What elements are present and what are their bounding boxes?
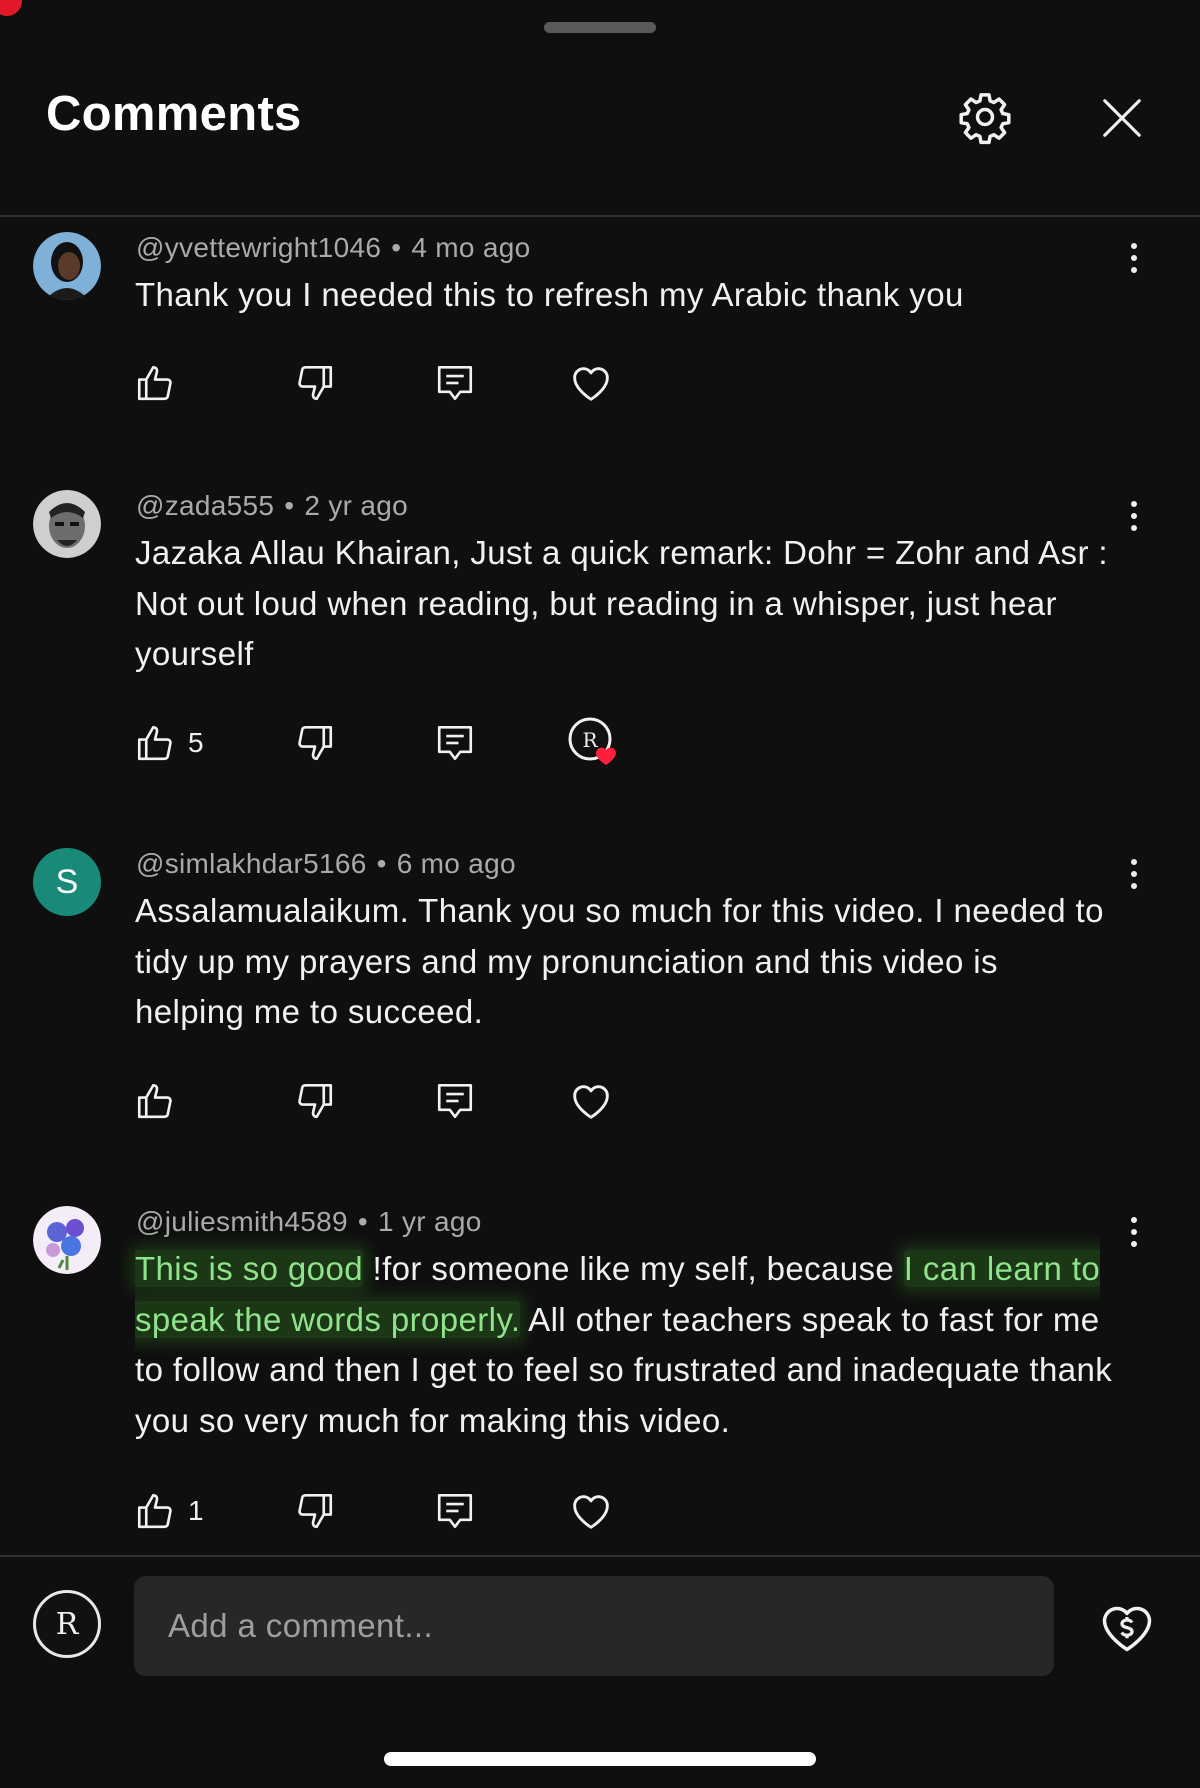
- avatar-letter: S: [55, 862, 79, 901]
- comment-time: 6 mo ago: [396, 848, 516, 879]
- home-indicator: [384, 1752, 816, 1766]
- comment-time: 2 yr ago: [304, 490, 408, 521]
- dislike-button[interactable]: [294, 360, 336, 406]
- comment-meta: @simlakhdar5166 • 6 mo ago: [136, 848, 516, 879]
- comment-meta: @zada555 • 2 yr ago: [136, 490, 408, 521]
- reply-icon: [437, 725, 473, 761]
- highlighted-text: This is so good: [135, 1250, 363, 1287]
- heart-icon: [573, 367, 609, 401]
- reply-icon: [437, 1493, 473, 1529]
- reply-icon: [437, 1083, 473, 1119]
- comment-actions: [134, 360, 734, 406]
- comment-text: This is so good !for someone like my sel…: [135, 1244, 1115, 1446]
- comment-text: Assalamualaikum. Thank you so much for t…: [135, 892, 1104, 1030]
- gear-icon[interactable]: [956, 88, 1014, 146]
- comment-actions: 1: [134, 1488, 734, 1534]
- reply-button[interactable]: [434, 720, 476, 766]
- thumbs-down-icon: [298, 725, 333, 761]
- like-count: 5: [188, 727, 204, 758]
- thumbs-up-icon: [137, 725, 172, 761]
- thumbs-down-icon: [298, 1083, 333, 1119]
- thumbs-up-icon: [137, 1083, 172, 1119]
- channel-logo-icon: R: [55, 1606, 79, 1642]
- reply-button[interactable]: [434, 360, 476, 406]
- like-button[interactable]: 5: [134, 720, 204, 766]
- thumbs-up-icon: [137, 365, 172, 401]
- like-button[interactable]: [134, 360, 188, 406]
- heart-icon: [573, 1495, 609, 1529]
- comment-time: 4 mo ago: [411, 232, 531, 263]
- comment-author[interactable]: @zada555: [136, 490, 274, 521]
- thumbs-up-icon: [137, 1493, 172, 1529]
- comment-time: 1 yr ago: [378, 1206, 482, 1237]
- avatar[interactable]: [33, 1206, 101, 1274]
- reply-button[interactable]: [434, 1488, 476, 1534]
- avatar[interactable]: [33, 232, 101, 300]
- creator-heart-button[interactable]: [568, 1078, 614, 1124]
- panel-title: Comments: [46, 87, 302, 141]
- comment-actions: [134, 1078, 734, 1124]
- comment-author[interactable]: @yvettewright1046: [136, 232, 381, 263]
- creator-hearted-icon: R: [568, 717, 616, 765]
- comment-author[interactable]: @simlakhdar5166: [136, 848, 367, 879]
- comment-meta: @juliesmith4589 • 1 yr ago: [136, 1206, 482, 1237]
- comments-sheet: Comments @yvettewright1046 • 4 mo ago Than…: [0, 0, 1200, 1788]
- comment-actions: 5 R: [134, 717, 734, 766]
- thumbs-down-icon: [298, 1493, 333, 1529]
- header-divider: [0, 215, 1200, 217]
- creator-heart-badge[interactable]: R: [568, 717, 630, 766]
- avatar[interactable]: [33, 490, 101, 558]
- more-options-icon[interactable]: [1116, 238, 1152, 278]
- sheet-drag-handle[interactable]: [544, 22, 656, 33]
- thumbs-down-icon: [298, 365, 333, 401]
- comment-author[interactable]: @juliesmith4589: [136, 1206, 348, 1237]
- close-icon[interactable]: [1096, 92, 1148, 144]
- dislike-button[interactable]: [294, 720, 336, 766]
- dislike-button[interactable]: [294, 1078, 336, 1124]
- comment-text: Thank you I needed this to refresh my Ar…: [135, 276, 964, 313]
- like-count: 1: [188, 1495, 204, 1526]
- creator-heart-button[interactable]: [568, 1488, 614, 1534]
- more-options-icon[interactable]: [1116, 854, 1152, 894]
- svg-text:R: R: [582, 728, 598, 752]
- like-button[interactable]: 1: [134, 1488, 204, 1534]
- avatar[interactable]: R: [33, 1590, 101, 1658]
- creator-heart-button[interactable]: [568, 360, 614, 406]
- more-options-icon[interactable]: [1116, 1212, 1152, 1252]
- avatar[interactable]: S: [33, 848, 101, 916]
- more-options-icon[interactable]: [1116, 496, 1152, 536]
- comment-text: Jazaka Allau Khairan, Just a quick remar…: [135, 534, 1108, 672]
- heart-dollar-icon[interactable]: [1094, 1594, 1160, 1660]
- like-button[interactable]: [134, 1078, 188, 1124]
- add-comment-input[interactable]: [134, 1576, 1054, 1676]
- reply-button[interactable]: [434, 1078, 476, 1124]
- recording-indicator: [0, 0, 22, 16]
- heart-icon: [573, 1085, 609, 1119]
- comment-meta: @yvettewright1046 • 4 mo ago: [136, 232, 531, 263]
- dislike-button[interactable]: [294, 1488, 336, 1534]
- text-segment: !for someone like my self, because: [362, 1250, 904, 1287]
- reply-icon: [437, 365, 473, 401]
